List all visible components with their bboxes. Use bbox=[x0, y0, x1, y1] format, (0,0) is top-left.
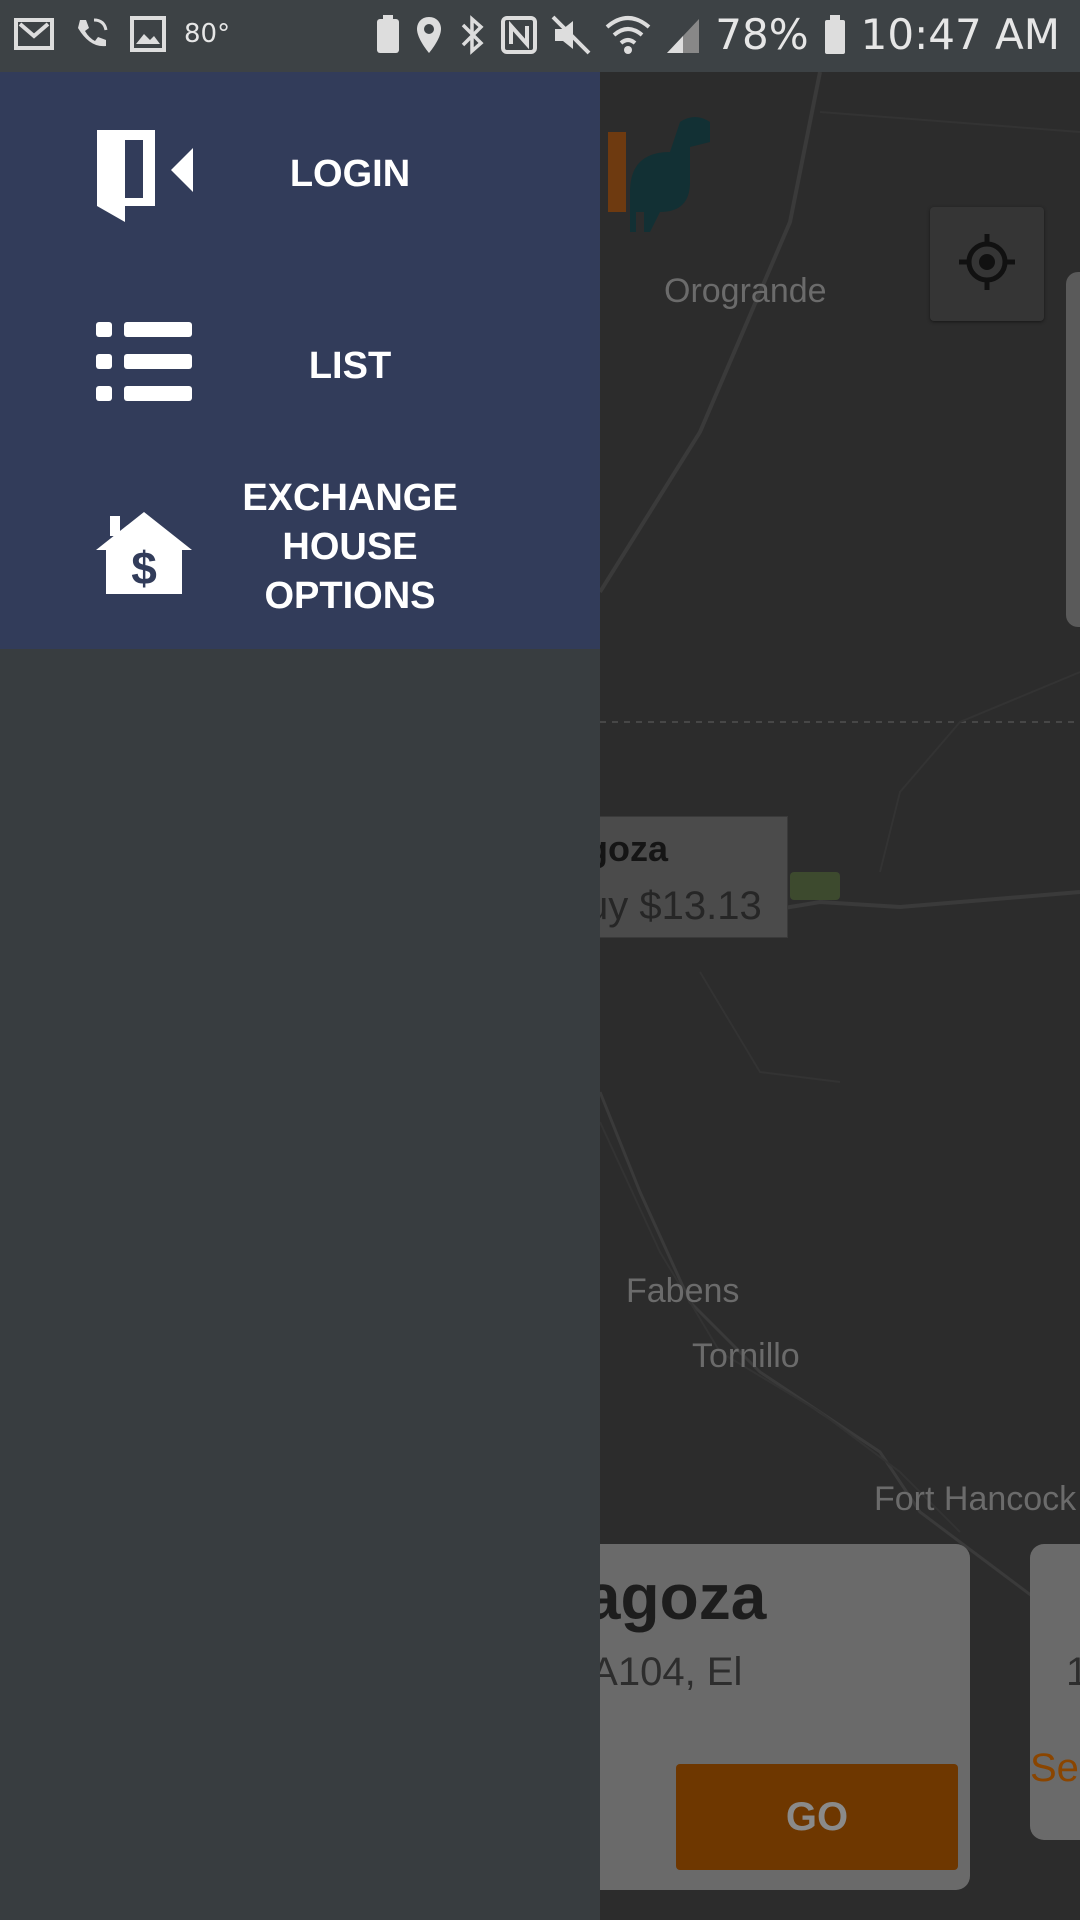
marker-price: uy $13.13 bbox=[586, 884, 762, 928]
battery-saver-icon bbox=[375, 14, 401, 55]
gmail-icon bbox=[14, 16, 54, 52]
map-marker[interactable] bbox=[790, 872, 840, 900]
image-icon bbox=[130, 16, 166, 52]
my-location-button[interactable] bbox=[930, 207, 1044, 321]
navigation-drawer: LOGIN LIST $ EXCHANGE HOUSE OPTIONS bbox=[0, 72, 600, 1920]
drawer-menu: LOGIN LIST $ EXCHANGE HOUSE OPTIONS bbox=[0, 72, 600, 649]
signal-icon bbox=[665, 15, 701, 55]
app-logo-dino bbox=[600, 112, 720, 247]
nfc-icon bbox=[501, 15, 538, 54]
wifi-icon bbox=[605, 15, 651, 55]
menu-label-list: LIST bbox=[308, 345, 392, 387]
exchange-house-icon: $ bbox=[94, 510, 194, 594]
map-label-fort-hancock: Fort Hancock bbox=[874, 1480, 1077, 1518]
bluetooth-icon bbox=[457, 14, 487, 55]
side-panel-edge[interactable] bbox=[1066, 272, 1080, 627]
status-bar: 80° 78% 10:47 AM bbox=[0, 0, 1080, 72]
menu-item-list[interactable]: LIST bbox=[0, 304, 600, 424]
map-label-orogrande: Orogrande bbox=[664, 272, 827, 310]
svg-text:$: $ bbox=[131, 542, 157, 594]
crosshair-icon bbox=[957, 232, 1017, 297]
menu-item-exchange-house-options[interactable]: $ EXCHANGE HOUSE OPTIONS bbox=[0, 472, 600, 632]
mute-icon bbox=[551, 15, 591, 55]
login-door-icon bbox=[94, 128, 194, 224]
card2-link[interactable]: Se bbox=[1030, 1746, 1079, 1791]
clock: 10:47 AM bbox=[860, 10, 1060, 59]
battery-percent: 78% bbox=[715, 10, 809, 59]
menu-item-login[interactable]: LOGIN bbox=[0, 112, 600, 232]
location-icon bbox=[415, 15, 443, 55]
temperature-text: 80° bbox=[184, 19, 231, 49]
battery-icon bbox=[823, 14, 847, 56]
map-label-tornillo: Tornillo bbox=[692, 1337, 800, 1375]
map-label-fabens: Fabens bbox=[626, 1272, 740, 1310]
wifi-call-icon bbox=[72, 14, 112, 54]
card2-number: 1 bbox=[1066, 1650, 1080, 1694]
list-icon bbox=[94, 322, 194, 402]
menu-label-exchange-house-options: EXCHANGE HOUSE OPTIONS bbox=[242, 477, 458, 617]
menu-label-login: LOGIN bbox=[289, 153, 411, 195]
go-button[interactable]: GO bbox=[676, 1764, 958, 1870]
